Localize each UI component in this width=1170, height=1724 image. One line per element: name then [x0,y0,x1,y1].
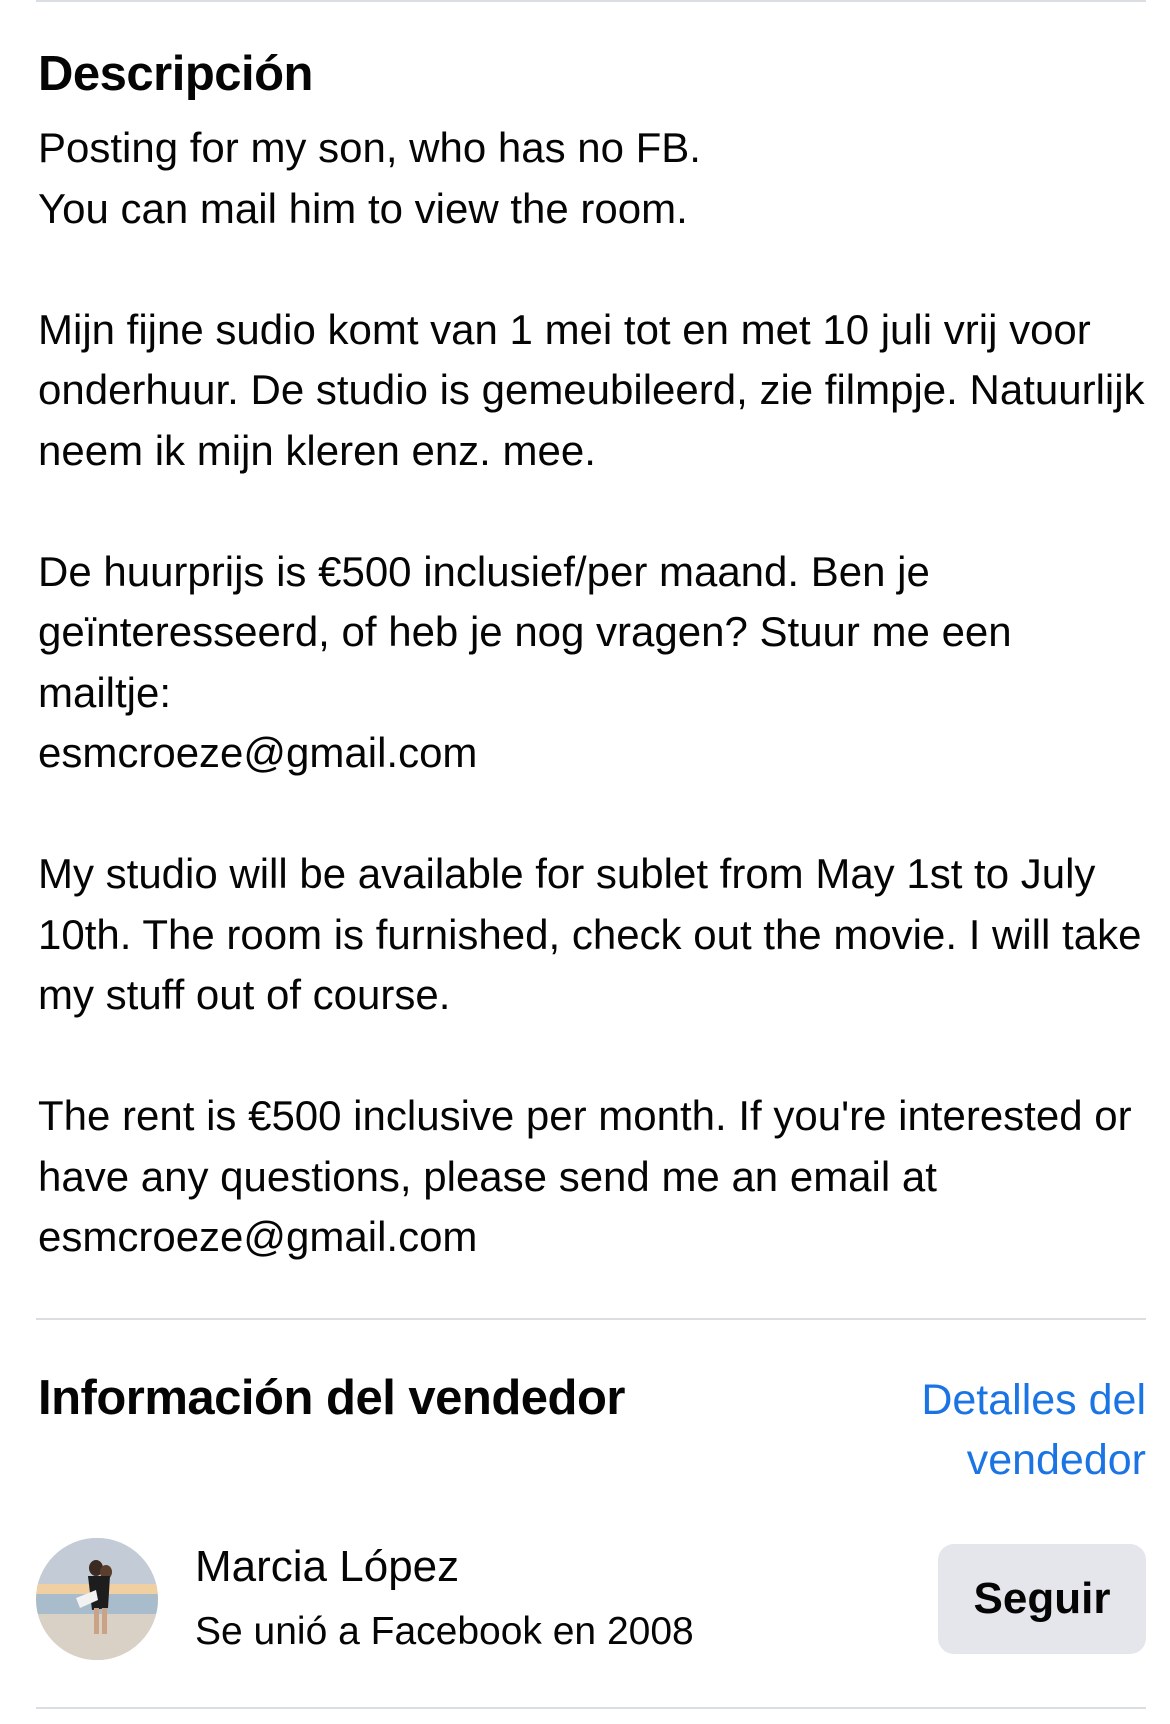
profile-photo-icon [36,1538,158,1660]
seller-joined-date: Se unió a Facebook en 2008 [195,1610,694,1653]
section-divider [36,1318,1146,1320]
seller-info-heading: Información del vendedor [38,1371,625,1425]
seller-avatar[interactable] [36,1538,158,1660]
seller-name[interactable]: Marcia López [195,1542,459,1592]
description-heading: Descripción [38,47,313,101]
description-text: Posting for my son, who has no FB. You c… [38,124,1145,1260]
seller-details-link[interactable]: Detalles del vendedor [886,1370,1146,1490]
bottom-divider [36,1707,1146,1709]
top-divider [36,0,1146,2]
follow-button[interactable]: Seguir [938,1544,1146,1654]
